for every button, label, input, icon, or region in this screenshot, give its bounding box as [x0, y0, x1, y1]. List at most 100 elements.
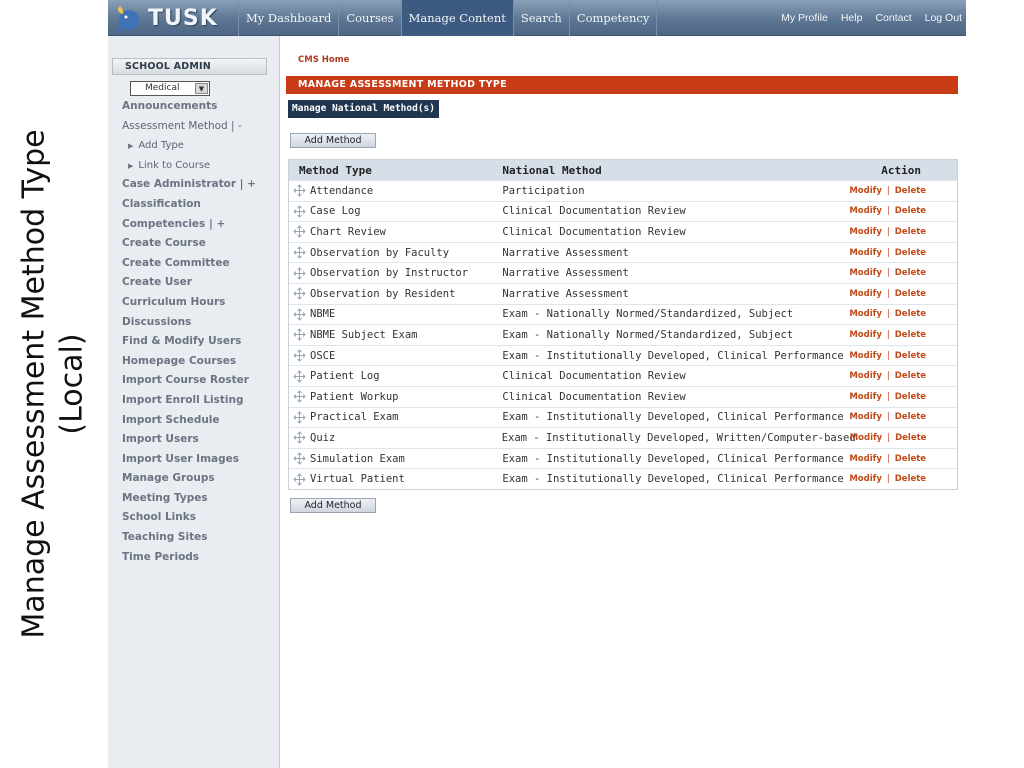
sidebar-item-school-links[interactable]: School Links	[122, 511, 280, 531]
sidebar-item-find-modify-users[interactable]: Find & Modify Users	[122, 335, 280, 355]
breadcrumb-cms-home[interactable]: CMS Home	[298, 55, 349, 65]
modify-link[interactable]: Modify	[849, 227, 882, 237]
delete-link[interactable]: Delete	[895, 268, 926, 278]
drag-handle-icon[interactable]	[293, 205, 306, 218]
sidebar-item-case-administrator[interactable]: Case Administrator | +	[122, 178, 280, 198]
modify-link[interactable]: Modify	[849, 186, 882, 196]
sidebar-item-create-course[interactable]: Create Course	[122, 237, 280, 257]
drag-handle-icon[interactable]	[293, 472, 306, 486]
add-method-button-bottom[interactable]: Add Method	[290, 498, 376, 513]
sidebar-item-discussions[interactable]: Discussions	[122, 316, 280, 336]
drag-handle-icon[interactable]	[293, 225, 306, 239]
sidebar-item-classification[interactable]: Classification	[122, 198, 280, 218]
sidebar-item-time-periods[interactable]: Time Periods	[122, 551, 280, 571]
tab-manage-content[interactable]: Manage Content	[400, 0, 513, 36]
my-profile-link[interactable]: My Profile	[781, 12, 828, 24]
modify-link[interactable]: Modify	[849, 289, 882, 299]
drag-handle-icon[interactable]	[293, 349, 306, 362]
drag-handle-icon[interactable]	[293, 328, 306, 342]
drag-handle-icon[interactable]	[293, 266, 306, 280]
sidebar-item-import-users[interactable]: Import Users	[122, 433, 280, 453]
user-links: My Profile Help Contact Log Out	[768, 0, 962, 36]
sidebar-item-teaching-sites[interactable]: Teaching Sites	[122, 531, 280, 551]
drag-handle-icon[interactable]	[293, 184, 306, 198]
tab-my-dashboard[interactable]: My Dashboard	[238, 0, 338, 36]
table-row: Observation by Instructor Narrative Asses…	[289, 262, 957, 283]
tab-courses[interactable]: Courses	[338, 0, 400, 36]
modify-link[interactable]: Modify	[850, 433, 883, 443]
add-method-button-top[interactable]: Add Method	[290, 133, 376, 148]
drag-handle-icon[interactable]	[293, 246, 306, 259]
delete-link[interactable]: Delete	[895, 351, 926, 361]
method-type-cell: Practical Exam	[289, 411, 498, 424]
modify-link[interactable]: Modify	[849, 474, 882, 484]
modify-link[interactable]: Modify	[849, 309, 882, 319]
delete-link[interactable]: Delete	[895, 227, 926, 237]
action-cell: Modify | Delete	[845, 186, 957, 196]
drag-handle-icon[interactable]	[293, 308, 306, 321]
school-select[interactable]: Medical ▼	[130, 81, 210, 96]
contact-link[interactable]: Contact	[875, 12, 911, 24]
method-type-text: NBME	[310, 308, 336, 321]
tab-competency[interactable]: Competency	[568, 0, 658, 36]
sidebar-item-manage-groups[interactable]: Manage Groups	[122, 472, 280, 492]
sidebar-item-announcements[interactable]: Announcements	[122, 100, 280, 120]
drag-handle-icon[interactable]	[293, 287, 306, 300]
method-type-text: Practical Exam	[310, 411, 399, 424]
modify-link[interactable]: Modify	[849, 392, 882, 402]
delete-link[interactable]: Delete	[895, 248, 926, 258]
sidebar-item-import-course-roster[interactable]: Import Course Roster	[122, 374, 280, 394]
modify-link[interactable]: Modify	[849, 330, 882, 340]
national-method-cell: Clinical Documentation Review	[502, 370, 686, 383]
sidebar-item-assessment-method[interactable]: Assessment Method | -	[122, 120, 280, 140]
sidebar-item-create-committee[interactable]: Create Committee	[122, 257, 280, 277]
delete-link[interactable]: Delete	[895, 330, 926, 340]
modify-link[interactable]: Modify	[849, 454, 882, 464]
bullet-arrow-icon: ▶	[128, 161, 134, 170]
chevron-down-icon[interactable]: ▼	[195, 83, 208, 94]
delete-link[interactable]: Delete	[895, 186, 926, 196]
action-cell: Modify | Delete	[845, 206, 957, 216]
sidebar-item-import-schedule[interactable]: Import Schedule	[122, 414, 280, 434]
help-link[interactable]: Help	[841, 12, 863, 24]
modify-link[interactable]: Modify	[849, 268, 882, 278]
sidebar-item-curriculum-hours[interactable]: Curriculum Hours	[122, 296, 280, 316]
delete-link[interactable]: Delete	[895, 433, 926, 443]
delete-link[interactable]: Delete	[895, 454, 926, 464]
drag-handle-icon[interactable]	[293, 411, 306, 424]
delete-link[interactable]: Delete	[895, 206, 926, 216]
modify-link[interactable]: Modify	[849, 351, 882, 361]
delete-link[interactable]: Delete	[895, 289, 926, 299]
action-cell: Modify | Delete	[845, 454, 957, 464]
logo-text: TUSK	[148, 5, 218, 31]
sidebar-item-add-type[interactable]: ▶ Add Type	[122, 139, 280, 159]
delete-link[interactable]: Delete	[895, 371, 926, 381]
modify-link[interactable]: Modify	[849, 206, 882, 216]
sidebar-item-label: Case Administrator | +	[122, 178, 256, 191]
tab-search[interactable]: Search	[512, 0, 569, 36]
modify-link[interactable]: Modify	[849, 248, 882, 258]
sidebar-item-homepage-courses[interactable]: Homepage Courses	[122, 355, 280, 375]
sidebar-item-import-user-images[interactable]: Import User Images	[122, 453, 280, 473]
drag-handle-icon[interactable]	[293, 369, 306, 383]
delete-link[interactable]: Delete	[895, 309, 926, 319]
delete-link[interactable]: Delete	[895, 474, 926, 484]
sidebar-item-create-user[interactable]: Create User	[122, 276, 280, 296]
sidebar-item-label: Import Users	[122, 433, 199, 446]
drag-handle-icon[interactable]	[293, 390, 306, 403]
tusk-logo[interactable]: TUSK	[114, 0, 234, 36]
sidebar-item-link-to-course[interactable]: ▶ Link to Course	[122, 159, 280, 179]
sidebar-item-import-enroll-listing[interactable]: Import Enroll Listing	[122, 394, 280, 414]
drag-handle-icon[interactable]	[293, 431, 306, 445]
log-out-link[interactable]: Log Out	[925, 12, 962, 24]
sidebar-item-competencies[interactable]: Competencies | +	[122, 218, 280, 238]
modify-link[interactable]: Modify	[849, 412, 882, 422]
sidebar-item-meeting-types[interactable]: Meeting Types	[122, 492, 280, 512]
manage-national-methods-tab[interactable]: Manage National Method(s)	[288, 100, 439, 118]
method-type-text: Observation by Faculty	[310, 246, 450, 259]
modify-link[interactable]: Modify	[849, 371, 882, 381]
drag-handle-icon[interactable]	[293, 452, 306, 465]
method-type-cell: Observation by Instructor	[289, 266, 498, 280]
delete-link[interactable]: Delete	[895, 392, 926, 402]
delete-link[interactable]: Delete	[895, 412, 926, 422]
